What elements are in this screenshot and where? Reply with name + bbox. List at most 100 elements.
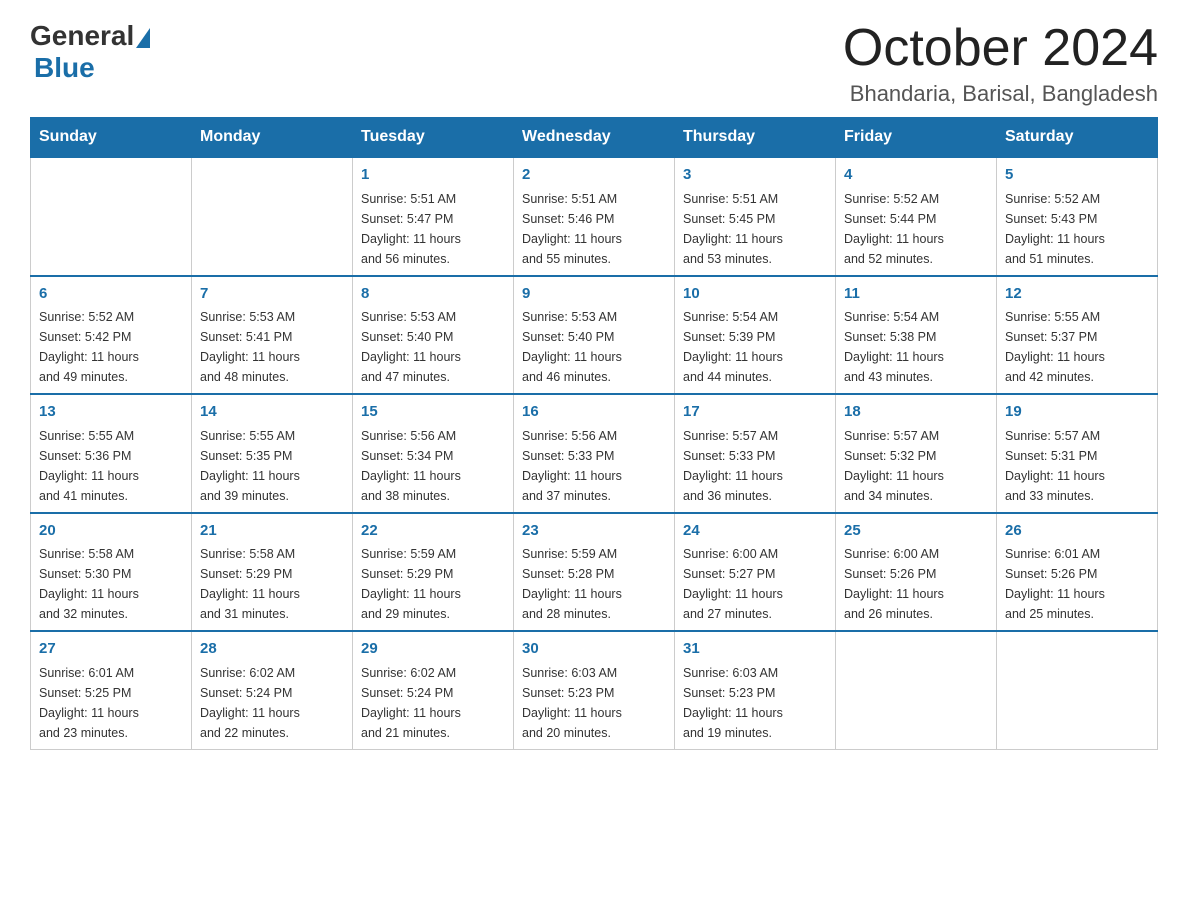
- day-info: Sunrise: 5:57 AM Sunset: 5:33 PM Dayligh…: [683, 426, 827, 506]
- week-row-2: 6Sunrise: 5:52 AM Sunset: 5:42 PM Daylig…: [31, 276, 1158, 395]
- day-number: 19: [1005, 401, 1149, 424]
- week-row-1: 1Sunrise: 5:51 AM Sunset: 5:47 PM Daylig…: [31, 157, 1158, 276]
- calendar-cell: 4Sunrise: 5:52 AM Sunset: 5:44 PM Daylig…: [836, 157, 997, 276]
- calendar-cell: 6Sunrise: 5:52 AM Sunset: 5:42 PM Daylig…: [31, 276, 192, 395]
- day-number: 6: [39, 283, 183, 306]
- day-number: 16: [522, 401, 666, 424]
- day-info: Sunrise: 6:03 AM Sunset: 5:23 PM Dayligh…: [522, 663, 666, 743]
- logo-general: General: [30, 20, 134, 52]
- header-cell-friday: Friday: [836, 118, 997, 158]
- day-info: Sunrise: 5:56 AM Sunset: 5:34 PM Dayligh…: [361, 426, 505, 506]
- logo-blue: Blue: [34, 52, 95, 84]
- day-info: Sunrise: 5:59 AM Sunset: 5:29 PM Dayligh…: [361, 544, 505, 624]
- day-info: Sunrise: 5:55 AM Sunset: 5:36 PM Dayligh…: [39, 426, 183, 506]
- calendar-cell: 24Sunrise: 6:00 AM Sunset: 5:27 PM Dayli…: [675, 513, 836, 632]
- day-number: 12: [1005, 283, 1149, 306]
- location-subtitle: Bhandaria, Barisal, Bangladesh: [843, 81, 1158, 107]
- header-row: SundayMondayTuesdayWednesdayThursdayFrid…: [31, 118, 1158, 158]
- month-title: October 2024: [843, 20, 1158, 77]
- day-number: 28: [200, 638, 344, 661]
- header-cell-sunday: Sunday: [31, 118, 192, 158]
- day-number: 8: [361, 283, 505, 306]
- day-number: 2: [522, 164, 666, 187]
- day-number: 15: [361, 401, 505, 424]
- day-number: 18: [844, 401, 988, 424]
- day-number: 3: [683, 164, 827, 187]
- day-info: Sunrise: 6:01 AM Sunset: 5:25 PM Dayligh…: [39, 663, 183, 743]
- header-cell-saturday: Saturday: [997, 118, 1158, 158]
- calendar-cell: 12Sunrise: 5:55 AM Sunset: 5:37 PM Dayli…: [997, 276, 1158, 395]
- calendar-cell: 8Sunrise: 5:53 AM Sunset: 5:40 PM Daylig…: [353, 276, 514, 395]
- day-info: Sunrise: 6:00 AM Sunset: 5:26 PM Dayligh…: [844, 544, 988, 624]
- calendar-cell: 26Sunrise: 6:01 AM Sunset: 5:26 PM Dayli…: [997, 513, 1158, 632]
- day-info: Sunrise: 5:51 AM Sunset: 5:45 PM Dayligh…: [683, 189, 827, 269]
- day-info: Sunrise: 5:53 AM Sunset: 5:40 PM Dayligh…: [522, 307, 666, 387]
- calendar-cell: 27Sunrise: 6:01 AM Sunset: 5:25 PM Dayli…: [31, 631, 192, 749]
- day-info: Sunrise: 5:52 AM Sunset: 5:44 PM Dayligh…: [844, 189, 988, 269]
- calendar-body: 1Sunrise: 5:51 AM Sunset: 5:47 PM Daylig…: [31, 157, 1158, 749]
- header-cell-wednesday: Wednesday: [514, 118, 675, 158]
- calendar-cell: 16Sunrise: 5:56 AM Sunset: 5:33 PM Dayli…: [514, 394, 675, 513]
- day-info: Sunrise: 5:58 AM Sunset: 5:30 PM Dayligh…: [39, 544, 183, 624]
- day-info: Sunrise: 6:01 AM Sunset: 5:26 PM Dayligh…: [1005, 544, 1149, 624]
- day-number: 17: [683, 401, 827, 424]
- calendar-cell: 19Sunrise: 5:57 AM Sunset: 5:31 PM Dayli…: [997, 394, 1158, 513]
- day-number: 14: [200, 401, 344, 424]
- calendar-cell: 3Sunrise: 5:51 AM Sunset: 5:45 PM Daylig…: [675, 157, 836, 276]
- week-row-3: 13Sunrise: 5:55 AM Sunset: 5:36 PM Dayli…: [31, 394, 1158, 513]
- calendar-cell: 20Sunrise: 5:58 AM Sunset: 5:30 PM Dayli…: [31, 513, 192, 632]
- day-info: Sunrise: 5:59 AM Sunset: 5:28 PM Dayligh…: [522, 544, 666, 624]
- header-cell-thursday: Thursday: [675, 118, 836, 158]
- calendar-cell: 25Sunrise: 6:00 AM Sunset: 5:26 PM Dayli…: [836, 513, 997, 632]
- day-info: Sunrise: 6:02 AM Sunset: 5:24 PM Dayligh…: [200, 663, 344, 743]
- calendar-cell: 22Sunrise: 5:59 AM Sunset: 5:29 PM Dayli…: [353, 513, 514, 632]
- day-number: 20: [39, 520, 183, 543]
- calendar-cell: 15Sunrise: 5:56 AM Sunset: 5:34 PM Dayli…: [353, 394, 514, 513]
- day-info: Sunrise: 6:00 AM Sunset: 5:27 PM Dayligh…: [683, 544, 827, 624]
- day-info: Sunrise: 5:53 AM Sunset: 5:40 PM Dayligh…: [361, 307, 505, 387]
- day-info: Sunrise: 6:03 AM Sunset: 5:23 PM Dayligh…: [683, 663, 827, 743]
- day-info: Sunrise: 5:51 AM Sunset: 5:47 PM Dayligh…: [361, 189, 505, 269]
- day-number: 10: [683, 283, 827, 306]
- day-number: 23: [522, 520, 666, 543]
- day-info: Sunrise: 5:55 AM Sunset: 5:37 PM Dayligh…: [1005, 307, 1149, 387]
- page-header: General Blue October 2024 Bhandaria, Bar…: [30, 20, 1158, 107]
- day-number: 31: [683, 638, 827, 661]
- day-info: Sunrise: 6:02 AM Sunset: 5:24 PM Dayligh…: [361, 663, 505, 743]
- day-number: 21: [200, 520, 344, 543]
- day-number: 11: [844, 283, 988, 306]
- calendar-cell: 29Sunrise: 6:02 AM Sunset: 5:24 PM Dayli…: [353, 631, 514, 749]
- calendar-cell: 9Sunrise: 5:53 AM Sunset: 5:40 PM Daylig…: [514, 276, 675, 395]
- day-info: Sunrise: 5:58 AM Sunset: 5:29 PM Dayligh…: [200, 544, 344, 624]
- day-number: 5: [1005, 164, 1149, 187]
- day-number: 26: [1005, 520, 1149, 543]
- calendar-cell: 7Sunrise: 5:53 AM Sunset: 5:41 PM Daylig…: [192, 276, 353, 395]
- calendar-cell: [836, 631, 997, 749]
- calendar-cell: 31Sunrise: 6:03 AM Sunset: 5:23 PM Dayli…: [675, 631, 836, 749]
- day-info: Sunrise: 5:57 AM Sunset: 5:32 PM Dayligh…: [844, 426, 988, 506]
- day-number: 30: [522, 638, 666, 661]
- calendar-cell: [997, 631, 1158, 749]
- calendar-table: SundayMondayTuesdayWednesdayThursdayFrid…: [30, 117, 1158, 750]
- day-info: Sunrise: 5:52 AM Sunset: 5:42 PM Dayligh…: [39, 307, 183, 387]
- day-number: 4: [844, 164, 988, 187]
- calendar-header: SundayMondayTuesdayWednesdayThursdayFrid…: [31, 118, 1158, 158]
- calendar-cell: 1Sunrise: 5:51 AM Sunset: 5:47 PM Daylig…: [353, 157, 514, 276]
- calendar-cell: 18Sunrise: 5:57 AM Sunset: 5:32 PM Dayli…: [836, 394, 997, 513]
- calendar-cell: 5Sunrise: 5:52 AM Sunset: 5:43 PM Daylig…: [997, 157, 1158, 276]
- day-number: 13: [39, 401, 183, 424]
- calendar-cell: 28Sunrise: 6:02 AM Sunset: 5:24 PM Dayli…: [192, 631, 353, 749]
- header-cell-tuesday: Tuesday: [353, 118, 514, 158]
- calendar-cell: 17Sunrise: 5:57 AM Sunset: 5:33 PM Dayli…: [675, 394, 836, 513]
- calendar-cell: [31, 157, 192, 276]
- calendar-cell: 30Sunrise: 6:03 AM Sunset: 5:23 PM Dayli…: [514, 631, 675, 749]
- calendar-cell: 13Sunrise: 5:55 AM Sunset: 5:36 PM Dayli…: [31, 394, 192, 513]
- logo: General Blue: [30, 20, 152, 84]
- calendar-cell: 2Sunrise: 5:51 AM Sunset: 5:46 PM Daylig…: [514, 157, 675, 276]
- calendar-cell: 21Sunrise: 5:58 AM Sunset: 5:29 PM Dayli…: [192, 513, 353, 632]
- header-cell-monday: Monday: [192, 118, 353, 158]
- day-number: 22: [361, 520, 505, 543]
- day-info: Sunrise: 5:51 AM Sunset: 5:46 PM Dayligh…: [522, 189, 666, 269]
- day-number: 24: [683, 520, 827, 543]
- calendar-cell: 14Sunrise: 5:55 AM Sunset: 5:35 PM Dayli…: [192, 394, 353, 513]
